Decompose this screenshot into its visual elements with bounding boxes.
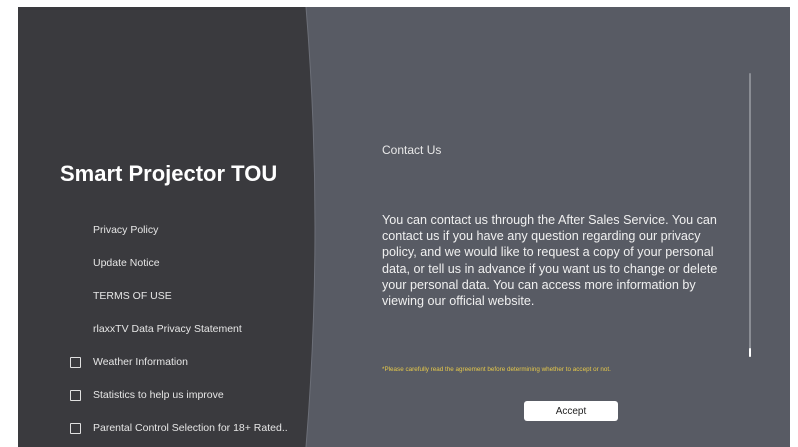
content-body-text: You can contact us through the After Sal… — [382, 213, 718, 309]
scrollbar-thumb[interactable] — [749, 348, 751, 357]
parental-control-checkbox[interactable] — [70, 422, 81, 434]
sidebar-item-terms-of-use[interactable]: TERMS OF USE — [93, 290, 172, 302]
sidebar-item-update-notice[interactable]: Update Notice — [93, 257, 160, 269]
option-statistics[interactable]: Statistics to help us improve — [70, 387, 224, 403]
sidebar-item-privacy-policy[interactable]: Privacy Policy — [93, 224, 158, 236]
scrollbar-track[interactable] — [749, 73, 751, 357]
statistics-checkbox[interactable] — [70, 389, 81, 401]
agreement-notice: *Please carefully read the agreement bef… — [382, 366, 611, 373]
left-panel-shape — [18, 7, 315, 447]
option-parental-control[interactable]: Parental Control Selection for 18+ Rated… — [70, 420, 288, 436]
content-heading: Contact Us — [382, 143, 442, 157]
option-weather-information[interactable]: Weather Information — [70, 354, 188, 370]
weather-checkbox[interactable] — [70, 356, 81, 368]
sidebar-item-rlaxxtv-privacy[interactable]: rlaxxTV Data Privacy Statement — [93, 323, 242, 335]
weather-label: Weather Information — [93, 356, 188, 368]
accept-button[interactable]: Accept — [524, 401, 618, 421]
page-title: Smart Projector TOU — [60, 161, 278, 186]
statistics-label: Statistics to help us improve — [93, 389, 224, 401]
parental-control-label: Parental Control Selection for 18+ Rated… — [93, 422, 288, 434]
tou-screen: Smart Projector TOU Privacy Policy Updat… — [18, 7, 790, 447]
